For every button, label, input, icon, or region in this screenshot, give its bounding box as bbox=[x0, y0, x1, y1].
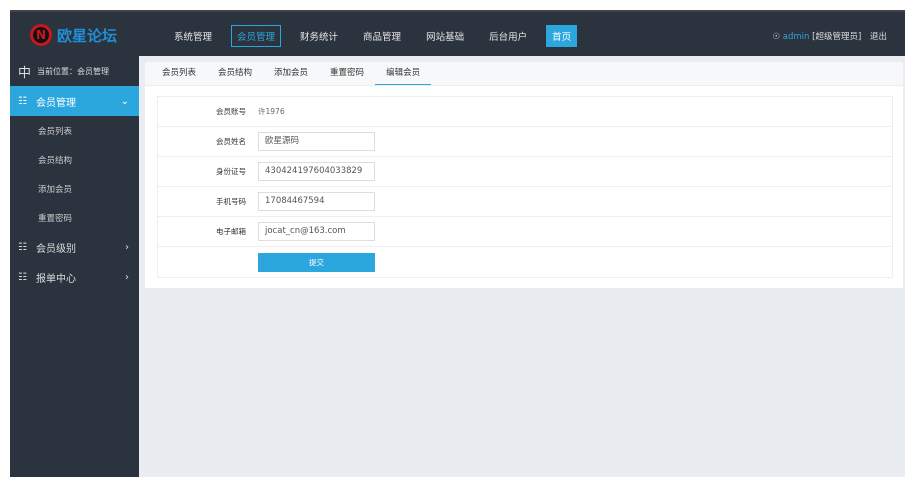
tab-add-member[interactable]: 添加会员 bbox=[263, 62, 319, 85]
nav-home[interactable]: 首页 bbox=[546, 25, 578, 47]
sidebar-item-reset-password[interactable]: 重置密码 bbox=[10, 203, 139, 232]
user-name[interactable]: admin bbox=[783, 32, 810, 42]
nav-finance[interactable]: 财务统计 bbox=[294, 25, 344, 47]
nav-system[interactable]: 系统管理 bbox=[168, 25, 218, 47]
id-number-input[interactable]: 430424197604033829 bbox=[258, 162, 375, 181]
account-label: 会员账号 bbox=[216, 107, 246, 116]
nav-admin-users[interactable]: 后台用户 bbox=[483, 25, 533, 47]
nav-site[interactable]: 网站基础 bbox=[420, 25, 470, 47]
form-row: 提交 bbox=[158, 247, 892, 277]
name-label: 会员姓名 bbox=[216, 137, 246, 146]
top-nav: 系统管理 会员管理 财务统计 商品管理 网站基础 后台用户 首页 bbox=[168, 25, 590, 47]
phone-input[interactable]: 17084467594 bbox=[258, 192, 375, 211]
top-header: N 欧星论坛 系统管理 会员管理 财务统计 商品管理 网站基础 后台用户 首页 … bbox=[10, 10, 905, 56]
section-label: 报单中心 bbox=[36, 273, 76, 285]
user-icon: ☉ bbox=[772, 32, 781, 42]
email-input[interactable]: jocat_cn@163.com bbox=[258, 222, 375, 241]
user-role: [超级管理员] bbox=[812, 32, 862, 42]
tab-member-list[interactable]: 会员列表 bbox=[151, 62, 207, 85]
logout-link[interactable]: 退出 bbox=[870, 32, 887, 42]
current-location: 中当前位置：会员管理 bbox=[10, 56, 139, 86]
account-value: 许1976 bbox=[258, 107, 285, 116]
id-label: 身份证号 bbox=[216, 167, 246, 176]
sidebar-member-level[interactable]: ☷ 会员级别 › bbox=[10, 232, 139, 262]
form-row: 手机号码 17084467594 bbox=[158, 187, 892, 217]
sidebar-member-management[interactable]: ☷ 会员管理 ⌄ bbox=[10, 86, 139, 116]
grid-icon: ☷ bbox=[18, 241, 27, 253]
sidebar: 中当前位置：会员管理 ☷ 会员管理 ⌄ 会员列表 会员结构 添加会员 重置密码 ☷ 会… bbox=[10, 56, 139, 477]
submit-button[interactable]: 提交 bbox=[258, 252, 375, 272]
app: N 欧星论坛 系统管理 会员管理 财务统计 商品管理 网站基础 后台用户 首页 … bbox=[10, 10, 905, 477]
sidebar-order-center[interactable]: ☷ 报单中心 › bbox=[10, 262, 139, 292]
chevron-right-icon: › bbox=[125, 271, 129, 283]
chevron-down-icon: ⌄ bbox=[120, 95, 129, 107]
form-row: 电子邮箱 jocat_cn@163.com bbox=[158, 217, 892, 247]
tab-edit-member[interactable]: 编辑会员 bbox=[375, 62, 432, 85]
name-input[interactable]: 欧星源码 bbox=[258, 132, 375, 151]
phone-label: 手机号码 bbox=[216, 197, 246, 206]
logo-icon: N bbox=[30, 24, 52, 46]
logo-text: 欧星论坛 bbox=[57, 26, 118, 45]
sidebar-item-add-member[interactable]: 添加会员 bbox=[10, 174, 139, 203]
tab-reset-password[interactable]: 重置密码 bbox=[319, 62, 375, 85]
grid-icon: ☷ bbox=[18, 271, 27, 283]
logo[interactable]: N 欧星论坛 bbox=[30, 24, 117, 46]
tab-member-structure[interactable]: 会员结构 bbox=[207, 62, 263, 85]
chevron-right-icon: › bbox=[125, 241, 129, 253]
form-row: 会员账号 许1976 bbox=[158, 97, 892, 127]
sidebar-item-member-structure[interactable]: 会员结构 bbox=[10, 145, 139, 174]
form-row: 会员姓名 欧星源码 bbox=[158, 127, 892, 157]
section-label: 会员级别 bbox=[36, 243, 76, 255]
email-label: 电子邮箱 bbox=[216, 227, 246, 236]
nav-products[interactable]: 商品管理 bbox=[357, 25, 407, 47]
location-text: 当前位置：会员管理 bbox=[37, 66, 110, 76]
edit-member-form: 会员账号 许1976 会员姓名 欧星源码 身份证号 43042419760403382… bbox=[157, 96, 893, 278]
tabs: 会员列表 会员结构 添加会员 重置密码 编辑会员 bbox=[145, 62, 903, 86]
grid-icon: ☷ bbox=[18, 95, 27, 107]
section-label: 会员管理 bbox=[36, 97, 76, 109]
content-panel: 会员列表 会员结构 添加会员 重置密码 编辑会员 会员账号 许1976 会员姓名 欧… bbox=[145, 62, 903, 288]
form-row: 身份证号 430424197604033829 bbox=[158, 157, 892, 187]
sidebar-item-member-list[interactable]: 会员列表 bbox=[10, 116, 139, 145]
user-info: ☉ admin [超级管理员] 退出 bbox=[772, 30, 887, 42]
nav-members[interactable]: 会员管理 bbox=[231, 25, 282, 47]
location-icon: 中 bbox=[18, 65, 32, 81]
